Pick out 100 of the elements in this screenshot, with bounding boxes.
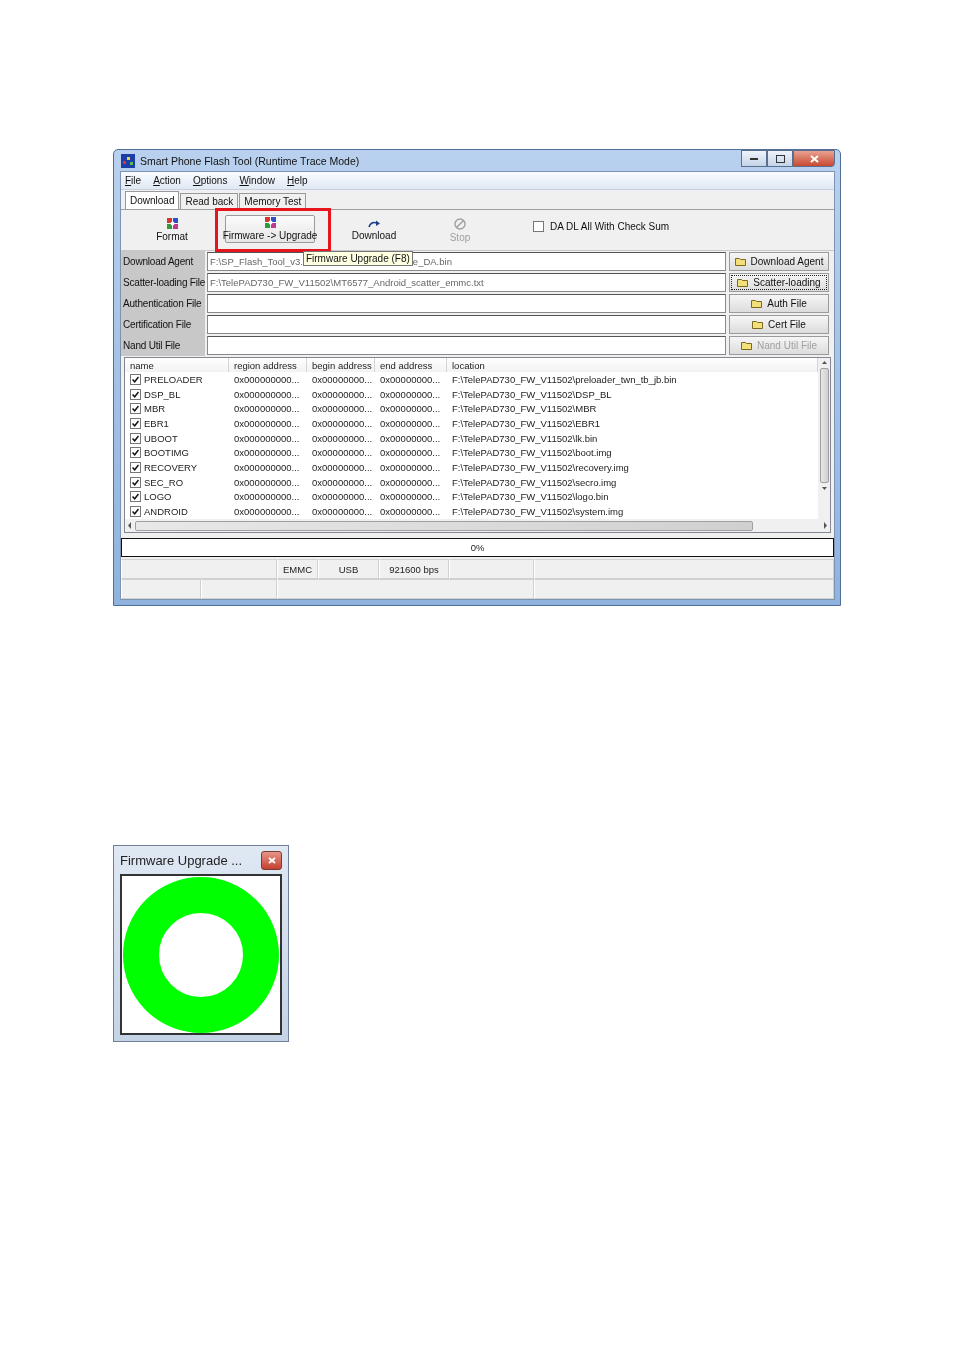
window-title: Smart Phone Flash Tool (Runtime Trace Mode) [140,154,360,167]
table-cell-text: 0x00000000... [311,446,374,461]
field-label: Download Agent [121,251,205,273]
table-cell-text: 0x00000000... [379,387,442,402]
table-cell-text: F:\TelePAD730_FW_V11502\preloader_twn_tb_jb.bin [451,372,678,387]
table-cell-text: 0x000000000... [233,475,301,490]
table-cell-text: 0x000000000... [233,402,301,417]
partition-name: DSP_BL [144,388,181,400]
table-cell-text: 0x00000000... [311,387,374,402]
toolbar-button[interactable]: Firmware -> Upgrade [225,215,315,244]
vertical-scrollbar[interactable] [818,358,830,519]
path-field[interactable]: F:\TelePAD730_FW_V11502\MT6577_Android_scatter_emmc.txt [207,273,726,293]
horizontal-scrollbar[interactable] [125,519,830,532]
partition-name: RECOVERY [144,462,198,474]
table-cell-text: 0x00000000... [379,505,442,519]
maximize-icon [775,154,785,163]
folder-icon [737,278,750,288]
table-cell-text: F:\TelePAD730_FW_V11502\MBR [451,402,598,417]
column-header[interactable]: name [125,358,229,373]
path-field[interactable] [207,315,726,335]
toolbar-button[interactable]: Download [335,216,413,245]
table-cell-text: 0x000000000... [233,461,301,475]
partition-name: ANDROID [144,506,188,518]
path-text: F:\SP_Flash_Tool_v3. [210,256,303,268]
menu-item[interactable]: Window [239,175,275,187]
column-header[interactable]: location [447,358,818,373]
folder-icon [734,257,747,267]
field-label: Nand Util File [121,335,205,357]
folder-icon [741,341,753,351]
table-cell-text: 0x00000000... [379,446,442,461]
browse-button[interactable]: Scatter-loading [729,273,829,293]
menu-item[interactable]: File [125,175,142,187]
row-checkbox[interactable] [130,506,141,518]
table-cell-text: F:\TelePAD730_FW_V11502\secro.img [451,475,618,490]
close-button[interactable] [793,150,835,167]
row-checkbox[interactable] [130,418,141,430]
menu-item[interactable]: Options [192,175,228,187]
status-cell: EMMC [277,559,318,579]
browse-button[interactable]: Download Agent [729,252,829,272]
partition-name: MBR [144,403,166,415]
path-field[interactable] [207,294,726,314]
checksum-checkbox[interactable]: DA DL All With Check Sum [533,220,670,232]
table-cell-text: 0x00000000... [311,402,374,417]
row-checkbox[interactable] [130,388,141,400]
table-cell-text: 0x000000000... [233,446,301,461]
table-cell-text: F:\TelePAD730_FW_V11502\logo.bin [451,490,610,505]
table-cell-text: 0x000000000... [233,372,301,387]
menu-item[interactable]: Help [287,175,308,187]
tab[interactable]: Memory Test [239,193,307,210]
minimize-button[interactable] [741,150,767,167]
row-checkbox[interactable] [130,403,141,415]
table-cell-text: 0x00000000... [379,417,442,431]
row-checkbox[interactable] [130,462,141,474]
folder-icon [752,320,765,330]
partition-name: LOGO [144,491,172,503]
close-button[interactable] [261,850,282,870]
partition-name: BOOTIMG [144,447,189,459]
minimize-icon [750,157,758,160]
toolbar-button[interactable]: Format [133,216,211,245]
table-cell-text: F:\TelePAD730_FW_V11502\recovery.img [451,461,630,475]
close-icon [267,856,276,864]
tab[interactable]: Read back [180,193,239,210]
browse-button[interactable]: Cert File [729,315,829,335]
folder-icon [751,299,764,309]
table-cell-text: 0x00000000... [311,372,374,387]
table-cell-text: F:\TelePAD730_FW_V11502\DSP_BL [451,387,613,402]
row-checkbox[interactable] [130,476,141,488]
row-checkbox[interactable] [130,491,141,503]
path-field[interactable]: F:\SP_Flash_Tool_v3. Firmware Upgrade (F8) e_DA.bin [207,252,726,272]
table-cell-text: 0x000000000... [233,417,301,431]
dialog-title: Firmware Upgrade ... [120,852,243,868]
stop-icon [454,217,466,230]
tab[interactable]: Download [125,191,180,210]
app-icon [121,153,135,168]
tooltip: Firmware Upgrade (F8) [302,251,413,267]
close-icon [809,154,819,163]
partition-name: EBR1 [144,418,169,430]
status-cell: 921600 bps [379,559,449,579]
table-cell-text: 0x00000000... [311,505,374,519]
partition-name: UBOOT [144,432,178,444]
column-header[interactable]: begin address [307,358,375,373]
status-cell: USB [318,559,379,579]
row-checkbox[interactable] [130,373,141,385]
path-field[interactable] [207,336,726,356]
table-cell-text: 0x00000000... [311,475,374,490]
table-cell-text: 0x00000000... [379,372,442,387]
menu-item[interactable]: Action [153,175,181,187]
progress-text: 0% [470,542,485,553]
path-text: F:\TelePAD730_FW_V11502\MT6577_Android_scatter_emmc.txt [210,277,484,289]
row-checkbox[interactable] [130,432,141,444]
table-cell-text: 0x000000000... [233,505,301,519]
table-cell-text: 0x00000000... [379,402,442,417]
column-header[interactable]: end address [375,358,447,373]
path-text: e_DA.bin [412,256,452,268]
table-cell-text: 0x00000000... [311,417,374,431]
browse-button[interactable]: Auth File [729,294,829,314]
maximize-button[interactable] [767,150,793,167]
column-header[interactable]: region address [229,358,307,373]
row-checkbox[interactable] [130,447,141,459]
table-cell-text: F:\TelePAD730_FW_V11502\system.img [451,505,625,519]
